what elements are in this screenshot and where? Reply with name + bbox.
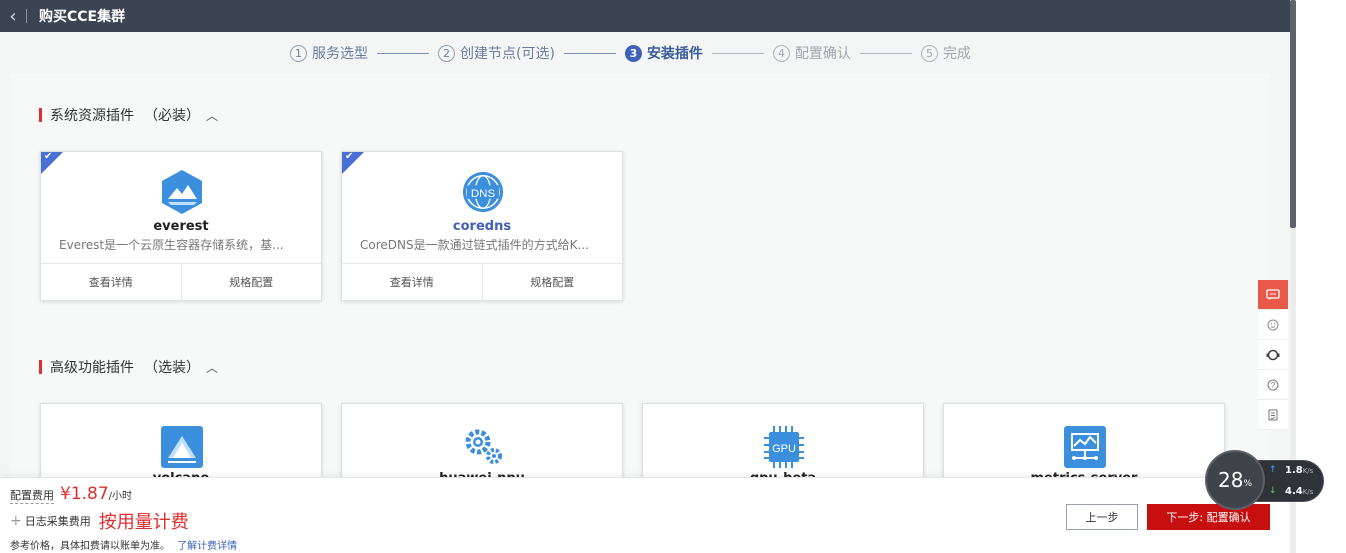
log-fee-value: 按用量计费 <box>98 512 189 533</box>
speed-percent-value: 28 <box>1217 468 1244 492</box>
chevron-up-icon[interactable]: ︿ <box>206 359 218 376</box>
metrics-icon <box>1064 426 1106 468</box>
volcano-icon <box>161 426 203 468</box>
addon-description: CoreDNS是一款通过链式插件的方式给K... <box>360 238 589 252</box>
notes-icon[interactable] <box>1258 400 1288 430</box>
addon-card-coredns[interactable]: ✔ DNS coredns CoreDNS是一款通过链式插件的方式给K... 查… <box>341 151 623 301</box>
step-label: 安装插件 <box>646 46 703 62</box>
step-progress: 1 服务选型 2 创建节点(可选) 3 安装插件 4 配置确认 5 完成 <box>290 40 971 66</box>
upload-rate-unit: K/s <box>1302 467 1314 475</box>
section-title: 高级功能插件 <box>50 360 134 376</box>
card-actions: 查看详情 规格配置 <box>342 263 622 300</box>
back-arrow-icon[interactable]: ‹ <box>0 0 26 32</box>
step-connector <box>377 52 429 54</box>
upload-rate-value: 1.8 <box>1285 465 1303 476</box>
step-number: 1 <box>290 44 307 62</box>
step-1: 1 服务选型 <box>290 43 368 63</box>
svg-text:DNS: DNS <box>471 188 496 200</box>
optional-section-header[interactable]: 高级功能插件 （选装） ︿ <box>39 357 218 377</box>
step-label: 完成 <box>942 46 971 62</box>
svg-text:GPU: GPU <box>772 443 796 455</box>
log-fee: + 日志采集费用 按用量计费 <box>10 508 189 534</box>
step-3-active: 3 安装插件 <box>624 43 703 63</box>
config-fee: 配置费用 ¥1.87 /小时 <box>10 484 132 504</box>
step-connector <box>711 52 764 54</box>
step-connector <box>563 52 616 54</box>
chat-icon[interactable] <box>1258 280 1288 310</box>
spec-config-button[interactable]: 规格配置 <box>180 264 322 300</box>
download-arrow-icon: ↓ <box>1269 486 1277 496</box>
feedback-icon[interactable] <box>1258 310 1288 340</box>
step-label: 服务选型 <box>312 46 368 62</box>
download-rate-value: 4.4 <box>1285 486 1303 497</box>
svg-text:?: ? <box>1271 380 1276 389</box>
price-footer: 配置费用 ¥1.87 /小时 + 日志采集费用 按用量计费 参考价格，具体扣费请… <box>0 477 1290 553</box>
step-number: 3 <box>624 44 642 62</box>
gpu-chip-icon: GPU <box>764 426 804 468</box>
section-tag: （选装） <box>144 360 200 376</box>
network-speed-widget[interactable]: 28 % ↑ ↓ 1.8K/s 4.4K/s <box>1205 450 1324 510</box>
required-section-header[interactable]: 系统资源插件 （必装） ︿ <box>39 105 218 125</box>
gears-icon <box>465 429 502 464</box>
step-number: 2 <box>438 44 455 62</box>
step-label: 创建节点(可选) <box>460 46 555 62</box>
config-fee-label[interactable]: 配置费用 <box>10 487 54 504</box>
section-marker <box>39 360 42 374</box>
view-details-button[interactable]: 查看详情 <box>342 264 482 300</box>
billing-details-link[interactable]: 了解计费详情 <box>177 541 237 552</box>
step-4: 4 配置确认 <box>772 43 851 63</box>
view-details-button[interactable]: 查看详情 <box>41 264 181 300</box>
addon-card-everest[interactable]: ✔ everest Everest是一个云原生容器存储系统，基... 查看详情 … <box>40 151 322 301</box>
section-title: 系统资源插件 <box>50 108 134 124</box>
support-icon[interactable] <box>1258 340 1288 370</box>
check-icon: ✔ <box>44 151 53 162</box>
chevron-up-icon[interactable]: ︿ <box>206 107 218 124</box>
addon-panel: 系统资源插件 （必装） ︿ ✔ everest Everest是一个云原生容器存… <box>10 73 1270 523</box>
section-tag: （必装） <box>144 108 200 124</box>
speed-percent: 28 % <box>1205 450 1265 510</box>
price-note: 参考价格，具体扣费请以账单为准。 了解计费详情 <box>10 537 237 552</box>
spec-config-button[interactable]: 规格配置 <box>481 264 623 300</box>
divider <box>26 9 27 23</box>
page-title: 购买CCE集群 <box>39 9 126 25</box>
previous-button[interactable]: 上一步 <box>1066 504 1138 530</box>
upload-rate: 1.8K/s <box>1285 465 1313 476</box>
addon-name: coredns <box>452 219 512 234</box>
step-5: 5 完成 <box>920 43 971 63</box>
download-rate: 4.4K/s <box>1285 486 1313 497</box>
step-2: 2 创建节点(可选) <box>438 43 555 63</box>
log-fee-label: 日志采集费用 <box>24 515 91 528</box>
addon-description: Everest是一个云原生容器存储系统，基... <box>59 238 284 252</box>
price-note-text: 参考价格，具体扣费请以账单为准。 <box>10 541 170 552</box>
floating-toolbar: ? <box>1258 280 1288 430</box>
upload-arrow-icon: ↑ <box>1269 465 1277 475</box>
speed-percent-unit: % <box>1243 479 1252 489</box>
section-marker <box>39 108 42 122</box>
step-number: 4 <box>772 44 790 62</box>
scrollbar-thumb[interactable] <box>1290 0 1296 228</box>
addon-name: everest <box>153 219 209 234</box>
step-label: 配置确认 <box>794 46 851 62</box>
help-icon[interactable]: ? <box>1258 370 1288 400</box>
app-window: ‹ 购买CCE集群 1 服务选型 2 创建节点(可选) 3 安装插件 4 配置确… <box>0 0 1290 553</box>
card-actions: 查看详情 规格配置 <box>41 263 321 300</box>
config-fee-price: ¥1.87 <box>60 484 109 504</box>
config-fee-unit: /小时 <box>108 491 133 502</box>
plus-icon: + <box>10 513 22 529</box>
top-bar: ‹ 购买CCE集群 <box>0 0 1290 32</box>
download-rate-unit: K/s <box>1302 488 1314 496</box>
step-number: 5 <box>920 44 938 62</box>
mountain-hex-icon <box>162 170 202 214</box>
step-connector <box>859 52 912 54</box>
check-icon: ✔ <box>345 151 354 162</box>
dns-globe-icon: DNS <box>462 171 504 213</box>
